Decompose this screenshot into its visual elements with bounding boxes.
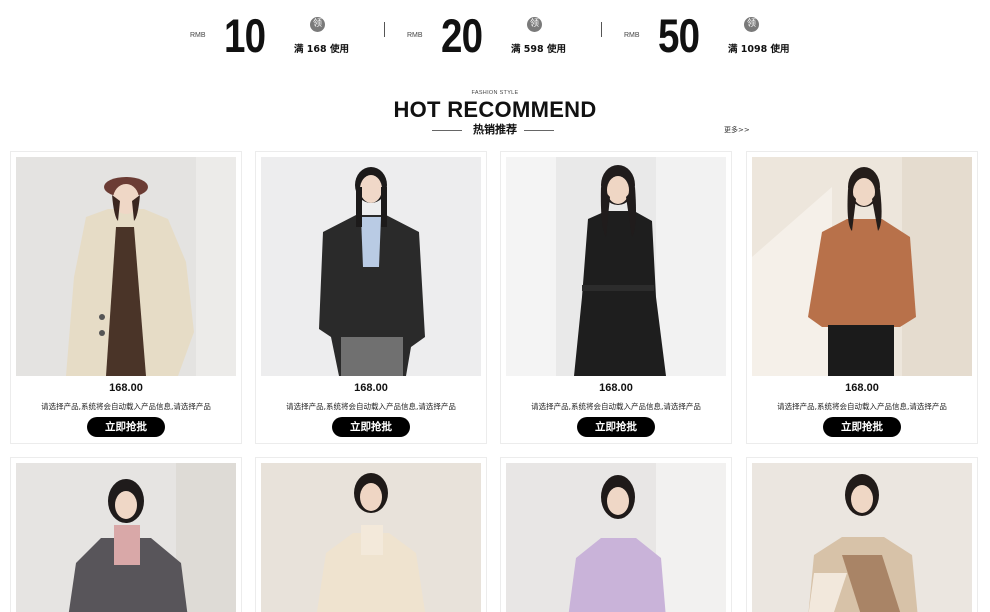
product-card[interactable]: 168.00 请选择产品,系统将会自动载入产品信息,请选择产品 立即抢批	[255, 151, 487, 444]
coupon-bar: RMB 10 领 满 168 使用 RMB 20 领 满 598 使用 RMB …	[0, 0, 990, 70]
coupon-amount: 50	[658, 9, 700, 62]
product-card[interactable]: 168.00 请选择产品,系统将会自动载入产品信息,请选择产品 立即抢批	[500, 151, 732, 444]
product-card[interactable]	[500, 457, 732, 612]
product-desc: 请选择产品,系统将会自动载入产品信息,请选择产品	[286, 402, 456, 411]
product-image[interactable]	[506, 157, 726, 376]
divider	[601, 22, 602, 37]
coupon-condition: 满 598 使用	[511, 44, 566, 55]
divider-right	[524, 130, 554, 131]
divider	[384, 22, 385, 37]
product-image[interactable]	[506, 463, 726, 612]
product-image[interactable]	[16, 157, 236, 376]
section-subtitle-en: FASHION STYLE	[471, 90, 519, 96]
coupon-condition: 满 1098 使用	[728, 44, 790, 55]
coupon-condition: 满 168 使用	[294, 44, 349, 55]
section-subtitle-cn: 热销推荐	[473, 123, 517, 136]
product-desc: 请选择产品,系统将会自动载入产品信息,请选择产品	[777, 402, 947, 411]
product-price: 168.00	[354, 382, 388, 394]
product-image[interactable]	[752, 463, 972, 612]
product-desc: 请选择产品,系统将会自动载入产品信息,请选择产品	[41, 402, 211, 411]
product-card[interactable]	[255, 457, 487, 612]
product-image[interactable]	[261, 463, 481, 612]
claim-badge-icon[interactable]: 领	[527, 17, 542, 32]
product-card[interactable]: 168.00 请选择产品,系统将会自动载入产品信息,请选择产品 立即抢批	[746, 151, 978, 444]
buy-now-button[interactable]: 立即抢批	[577, 417, 655, 437]
product-card[interactable]	[10, 457, 242, 612]
coupon-currency: RMB	[407, 32, 423, 39]
coupon-amount: 20	[441, 9, 483, 62]
claim-badge-icon[interactable]: 领	[744, 17, 759, 32]
product-image[interactable]	[16, 463, 236, 612]
product-desc: 请选择产品,系统将会自动载入产品信息,请选择产品	[531, 402, 701, 411]
coupon-amount: 10	[224, 9, 266, 62]
product-image[interactable]	[261, 157, 481, 376]
product-price: 168.00	[845, 382, 879, 394]
product-image[interactable]	[752, 157, 972, 376]
product-card[interactable]	[746, 457, 978, 612]
product-card[interactable]: 168.00 请选择产品,系统将会自动载入产品信息,请选择产品 立即抢批	[10, 151, 242, 444]
coupon-currency: RMB	[624, 32, 640, 39]
section-title: HOT RECOMMEND	[393, 97, 597, 122]
buy-now-button[interactable]: 立即抢批	[823, 417, 901, 437]
section-subtitle-row: 热销推荐	[0, 121, 990, 137]
product-price: 168.00	[599, 382, 633, 394]
coupon-currency: RMB	[190, 32, 206, 39]
more-link[interactable]: 更多>>	[724, 125, 750, 135]
buy-now-button[interactable]: 立即抢批	[332, 417, 410, 437]
product-price: 168.00	[109, 382, 143, 394]
buy-now-button[interactable]: 立即抢批	[87, 417, 165, 437]
claim-badge-icon[interactable]: 领	[310, 17, 325, 32]
